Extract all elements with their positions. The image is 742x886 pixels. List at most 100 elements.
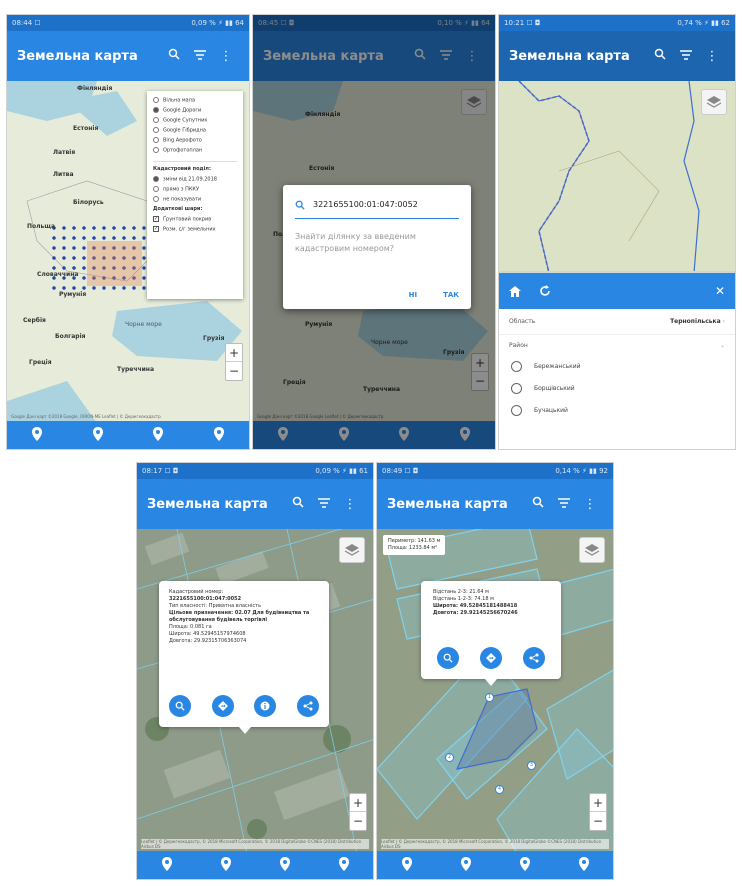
location-pin-icon[interactable] bbox=[460, 856, 471, 875]
popup-pointer bbox=[485, 679, 497, 686]
location-pin-icon[interactable] bbox=[578, 856, 589, 875]
filter-icon[interactable] bbox=[311, 497, 337, 512]
soil-layer-overlay bbox=[87, 241, 142, 286]
layer-option[interactable]: Google Гібридна bbox=[153, 127, 237, 137]
location-pin-icon[interactable] bbox=[92, 426, 103, 445]
app-bar: Земельна карта ⋮ bbox=[7, 31, 249, 81]
extra-layer-checkbox[interactable]: ✓ Розм. с/г земельних bbox=[153, 226, 237, 236]
info-button[interactable] bbox=[254, 695, 277, 717]
map-view[interactable] bbox=[499, 81, 735, 271]
directions-button[interactable] bbox=[480, 647, 502, 669]
directions-button[interactable] bbox=[211, 695, 234, 717]
district-option[interactable]: Бучацький bbox=[499, 399, 735, 421]
filter-icon[interactable] bbox=[673, 49, 699, 64]
status-bar: 08:49 ☐ ◘ 0,14 % ⚡ ▮▮ 92 bbox=[377, 463, 613, 479]
home-icon[interactable] bbox=[509, 282, 521, 301]
app-title: Земельна карта bbox=[509, 48, 630, 64]
app-title: Земельна карта bbox=[387, 496, 508, 512]
zoom-out-button[interactable]: − bbox=[350, 812, 366, 830]
app-bar: Земельна карта ⋮ bbox=[377, 479, 613, 529]
district-option[interactable]: Борщівський bbox=[499, 377, 735, 399]
cadastral-option[interactable]: прямо з ПККУ bbox=[153, 186, 237, 196]
vertex-marker[interactable]: 1 bbox=[485, 693, 494, 702]
zoom-in-button[interactable]: + bbox=[350, 794, 366, 812]
cadastral-option[interactable]: не показувати bbox=[153, 196, 237, 206]
zoom-to-point-button[interactable] bbox=[437, 647, 459, 669]
search-icon[interactable] bbox=[285, 496, 311, 512]
location-pin-icon[interactable] bbox=[401, 856, 412, 875]
radio-icon bbox=[511, 404, 522, 416]
location-pin-icon[interactable] bbox=[32, 426, 43, 445]
close-icon[interactable]: ✕ bbox=[715, 284, 725, 298]
popup-line: Відстань 2-3: 21.64 м bbox=[433, 589, 489, 595]
info-icon bbox=[260, 701, 270, 711]
search-icon[interactable] bbox=[525, 496, 551, 512]
refresh-icon[interactable] bbox=[539, 282, 715, 301]
location-pin-icon[interactable] bbox=[213, 426, 224, 445]
region-value: Тернопільська bbox=[670, 318, 721, 325]
search-icon bbox=[443, 653, 453, 663]
filter-icon[interactable] bbox=[187, 49, 213, 64]
zoom-out-button[interactable]: − bbox=[590, 812, 606, 830]
district-row[interactable]: Район ⌄ bbox=[499, 335, 735, 355]
cadastral-number-input[interactable]: 3221655100:01:047:0052 bbox=[313, 200, 418, 209]
vertex-marker[interactable]: 3 bbox=[527, 761, 536, 770]
popup-line: Широта: 49.52845181488418 bbox=[433, 603, 518, 609]
layers-menu: Вільна мапа Google Дороги Google Супутни… bbox=[147, 91, 243, 299]
district-option[interactable]: Бережанський bbox=[499, 355, 735, 377]
cadastral-heading: Кадастровий поділ: bbox=[153, 166, 211, 172]
map-label: Туреччина bbox=[117, 366, 155, 373]
layers-button[interactable] bbox=[339, 537, 365, 563]
extra-layers-heading: Додаткові шари: bbox=[153, 206, 203, 212]
bottom-bar bbox=[137, 851, 373, 879]
bottom-bar bbox=[7, 421, 249, 449]
popup-line: Довгота: 29.92145256670246 bbox=[433, 610, 518, 616]
zoom-in-button[interactable]: + bbox=[590, 794, 606, 812]
share-icon bbox=[303, 701, 313, 711]
extra-layer-checkbox[interactable]: ✓ Ґрунтовий покрив bbox=[153, 216, 237, 226]
zoom-out-button[interactable]: − bbox=[226, 362, 242, 380]
layer-option[interactable]: Bing Аерофото bbox=[153, 137, 237, 147]
vertex-marker[interactable]: 2 bbox=[445, 753, 454, 762]
layers-icon bbox=[584, 544, 600, 556]
screen-parcel-info: 08:17 ☐ ◘ 0,09 % ⚡ ▮▮ 61 Земельна карта … bbox=[136, 462, 374, 880]
vertex-marker[interactable]: 4 bbox=[495, 785, 504, 794]
directions-icon bbox=[217, 701, 228, 711]
popup-line: Кадастровий номер: bbox=[169, 589, 224, 595]
share-icon bbox=[529, 653, 539, 663]
layers-button[interactable] bbox=[579, 537, 605, 563]
more-menu-icon[interactable]: ⋮ bbox=[337, 497, 363, 512]
more-menu-icon[interactable]: ⋮ bbox=[577, 497, 603, 512]
share-button[interactable] bbox=[523, 647, 545, 669]
satellite-map[interactable]: 1 2 3 4 Периметр: 141.63 м Площа: 1233.8… bbox=[377, 529, 613, 851]
layer-option[interactable]: Google Супутник bbox=[153, 117, 237, 127]
map-label: Болгарія bbox=[55, 333, 86, 340]
zoom-to-parcel-button[interactable] bbox=[169, 695, 191, 717]
zoom-in-button[interactable]: + bbox=[226, 344, 242, 362]
more-menu-icon[interactable]: ⋮ bbox=[213, 49, 239, 64]
popup-line: Цільове призначення: 02.07 Для будівницт… bbox=[169, 610, 310, 623]
region-row[interactable]: Область Тернопільська › bbox=[499, 309, 735, 335]
more-menu-icon[interactable]: ⋮ bbox=[699, 49, 725, 64]
yes-button[interactable]: ТАК bbox=[443, 291, 459, 299]
location-pin-icon[interactable] bbox=[161, 856, 172, 875]
radio-icon bbox=[511, 382, 522, 394]
cadastral-option[interactable]: зміни від 21.09.2018 bbox=[153, 176, 237, 186]
location-pin-icon[interactable] bbox=[519, 856, 530, 875]
location-pin-icon[interactable] bbox=[153, 426, 164, 445]
map-label: Естонія bbox=[73, 125, 99, 132]
share-button[interactable] bbox=[296, 695, 319, 717]
search-icon[interactable] bbox=[161, 48, 187, 64]
layer-option[interactable]: Вільна мапа bbox=[153, 97, 237, 107]
search-icon[interactable] bbox=[647, 48, 673, 64]
filter-icon[interactable] bbox=[551, 497, 577, 512]
layer-option[interactable]: Ортофотоплан bbox=[153, 147, 237, 157]
satellite-map[interactable]: Кадастровий номер: 3221655100:01:047:005… bbox=[137, 529, 373, 851]
layer-option[interactable]: Google Дороги bbox=[153, 107, 237, 117]
location-pin-icon[interactable] bbox=[220, 856, 231, 875]
map-view[interactable]: Фінляндія Естонія Латвія Литва Білорусь … bbox=[7, 81, 249, 421]
location-pin-icon[interactable] bbox=[279, 856, 290, 875]
layers-button[interactable] bbox=[701, 89, 727, 115]
no-button[interactable]: НІ bbox=[409, 291, 417, 299]
location-pin-icon[interactable] bbox=[338, 856, 349, 875]
